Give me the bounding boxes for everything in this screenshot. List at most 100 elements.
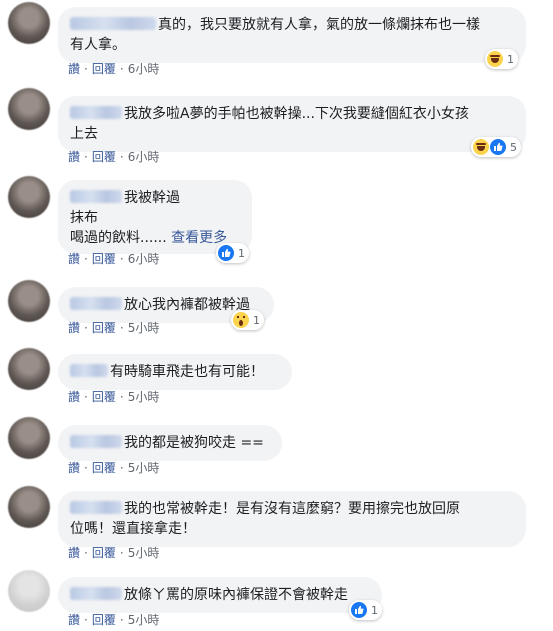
comment-text: 有時騎車飛走也有可能！ (110, 364, 264, 380)
like-button[interactable]: 讚 (68, 613, 80, 627)
separator: · (119, 150, 124, 164)
commenter-name[interactable] (70, 106, 122, 119)
reply-button[interactable]: 回覆 (92, 461, 116, 475)
comment-text: 我的都是被狗咬走 == (124, 435, 264, 451)
separator: · (84, 613, 88, 627)
comment-timestamp[interactable]: 5小時 (128, 613, 160, 627)
like-button[interactable]: 讚 (68, 390, 80, 404)
commenter-name[interactable] (70, 501, 122, 514)
haha-icon (487, 51, 503, 67)
comment-text: 抹布 (70, 210, 98, 226)
wow-icon (233, 312, 249, 328)
comment-bubble: 真的，我只要放就有人拿，氣的放一條爛抹布也一樣 有人拿。 (58, 7, 526, 63)
avatar[interactable] (8, 2, 50, 44)
commenter-name[interactable] (70, 17, 156, 30)
comment-bubble: 我的都是被狗咬走 == (58, 425, 282, 461)
avatar[interactable] (8, 570, 50, 612)
separator: · (84, 390, 88, 404)
reply-button[interactable]: 回覆 (92, 62, 116, 76)
separator: · (119, 62, 124, 76)
comment-timestamp[interactable]: 6小時 (128, 150, 160, 164)
comment-timestamp[interactable]: 5小時 (128, 390, 160, 404)
comment-actions: 讚 · 回覆 · 6小時 (68, 149, 159, 165)
commenter-name[interactable] (70, 190, 122, 203)
like-icon (490, 139, 506, 155)
separator: · (119, 546, 124, 560)
comment-text: 有人拿。 (70, 37, 126, 53)
separator: · (119, 461, 124, 475)
comment-timestamp[interactable]: 5小時 (128, 461, 160, 475)
avatar[interactable] (8, 417, 50, 459)
comment-bubble: 我的也常被幹走！是有沒有這麼窮？要用擦完也放回原 位嗎！還直接拿走！ (58, 491, 526, 547)
comment-actions: 讚 · 回覆 · 6小時 (68, 61, 159, 77)
separator: · (84, 150, 88, 164)
avatar[interactable] (8, 176, 50, 218)
reaction-summary[interactable]: 5 (471, 137, 521, 157)
like-button[interactable]: 讚 (68, 252, 80, 266)
like-button[interactable]: 讚 (68, 150, 80, 164)
comment-bubble: 放條ㄚ罵的原味內褲保證不會被幹走 (58, 577, 382, 613)
reaction-count: 1 (253, 313, 260, 327)
reply-button[interactable]: 回覆 (92, 390, 116, 404)
reply-button[interactable]: 回覆 (92, 252, 116, 266)
like-button[interactable]: 讚 (68, 62, 80, 76)
separator: · (119, 613, 124, 627)
separator: · (84, 461, 88, 475)
comment-bubble: 我放多啦A夢的手帕也被幹操...下次我要縫個紅衣小女孩 上去 (58, 96, 526, 152)
comment-actions: 讚 · 回覆 · 6小時 (68, 251, 159, 267)
comment-text: 喝過的飲料...... (70, 230, 167, 246)
comment-text: 放心我內褲都被幹過 (124, 297, 250, 313)
comment-text: 我的也常被幹走！是有沒有這麼窮？要用擦完也放回原 (124, 501, 460, 517)
comment-timestamp[interactable]: 6小時 (128, 62, 160, 76)
comment-timestamp[interactable]: 5小時 (128, 546, 160, 560)
like-icon (351, 602, 367, 618)
commenter-name[interactable] (70, 364, 108, 377)
reply-button[interactable]: 回覆 (92, 613, 116, 627)
separator: · (119, 321, 124, 335)
like-button[interactable]: 讚 (68, 461, 80, 475)
reaction-count: 1 (371, 603, 378, 617)
see-more-link[interactable]: 查看更多 (171, 230, 227, 246)
reply-button[interactable]: 回覆 (92, 546, 116, 560)
reaction-summary[interactable]: 1 (485, 49, 518, 69)
comment-bubble: 有時騎車飛走也有可能！ (58, 354, 292, 390)
reaction-count: 5 (510, 140, 517, 154)
reaction-count: 1 (238, 246, 245, 260)
haha-icon (473, 139, 489, 155)
comment-actions: 讚 · 回覆 · 5小時 (68, 612, 159, 628)
separator: · (119, 390, 124, 404)
avatar[interactable] (8, 88, 50, 130)
reply-button[interactable]: 回覆 (92, 321, 116, 335)
avatar[interactable] (8, 348, 50, 390)
commenter-name[interactable] (70, 587, 122, 600)
commenter-name[interactable] (70, 435, 122, 448)
separator: · (84, 62, 88, 76)
comment-text: 真的，我只要放就有人拿，氣的放一條爛抹布也一樣 (158, 17, 480, 33)
reaction-summary[interactable]: 1 (231, 310, 264, 330)
comment-text: 放條ㄚ罵的原味內褲保證不會被幹走 (124, 587, 348, 603)
reply-button[interactable]: 回覆 (92, 150, 116, 164)
comment-actions: 讚 · 回覆 · 5小時 (68, 320, 159, 336)
separator: · (119, 252, 124, 266)
avatar[interactable] (8, 280, 50, 322)
comment-timestamp[interactable]: 6小時 (128, 252, 160, 266)
reaction-summary[interactable]: 1 (349, 600, 382, 620)
commenter-name[interactable] (70, 297, 122, 310)
avatar[interactable] (8, 486, 50, 528)
like-button[interactable]: 讚 (68, 546, 80, 560)
separator: · (84, 252, 88, 266)
comment-text: 位嗎！還直接拿走！ (70, 521, 196, 537)
comment-actions: 讚 · 回覆 · 5小時 (68, 460, 159, 476)
reaction-summary[interactable]: 1 (216, 243, 249, 263)
like-button[interactable]: 讚 (68, 321, 80, 335)
separator: · (84, 321, 88, 335)
comment-timestamp[interactable]: 5小時 (128, 321, 160, 335)
like-icon (218, 245, 234, 261)
comment-actions: 讚 · 回覆 · 5小時 (68, 545, 159, 561)
comment-actions: 讚 · 回覆 · 5小時 (68, 389, 159, 405)
comment-text: 我放多啦A夢的手帕也被幹操...下次我要縫個紅衣小女孩 (124, 106, 469, 122)
comment-text: 上去 (70, 126, 98, 142)
comment-text: 我被幹過 (124, 190, 180, 206)
reaction-count: 1 (507, 52, 514, 66)
separator: · (84, 546, 88, 560)
